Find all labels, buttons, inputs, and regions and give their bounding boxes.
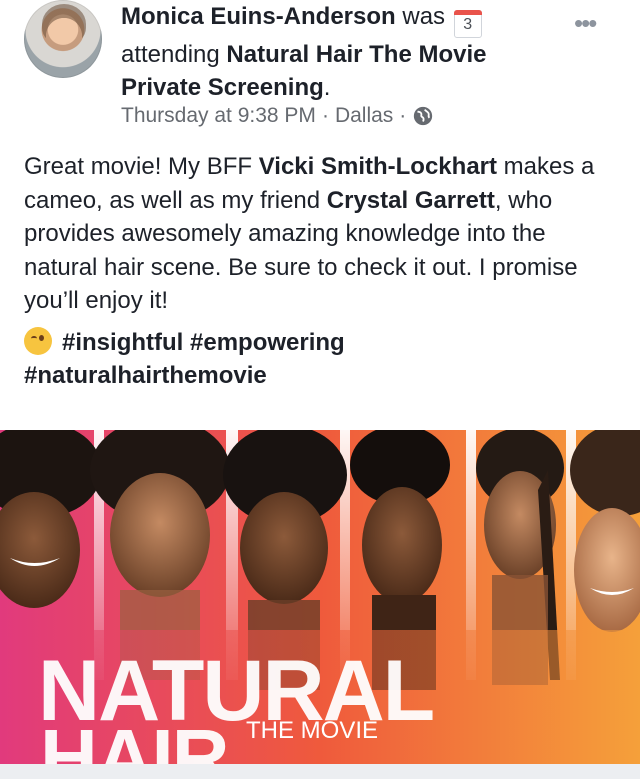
calendar-icon: 3 (453, 10, 482, 38)
location-link[interactable]: Dallas (335, 101, 393, 131)
meta-separator: · (399, 104, 407, 127)
timestamp-link[interactable]: Thursday at 9:38 PM (121, 101, 316, 131)
hashtag-link[interactable]: #naturalhairthemovie (24, 362, 267, 389)
hashtag-link[interactable]: #empowering (190, 329, 345, 356)
action-suffix: attending (121, 41, 227, 68)
post-meta: Thursday at 9:38 PM · Dallas · (121, 101, 434, 131)
mention-link[interactable]: Crystal Garrett (327, 187, 495, 214)
calendar-day: 3 (463, 16, 473, 33)
post-header: Monica Euins-Anderson was 3 attending Na… (121, 0, 561, 104)
movie-poster-image[interactable]: NATURAL HAIR THE MOVIE (0, 430, 640, 764)
author-avatar[interactable] (24, 0, 102, 78)
winking-face-emoji-icon (24, 326, 52, 355)
poster-art: NATURAL HAIR THE MOVIE (0, 430, 640, 764)
meta-separator: · (321, 104, 329, 127)
poster-title-line2: HAIR (40, 713, 229, 764)
event-period: . (323, 74, 331, 101)
feed-divider (0, 764, 640, 779)
post-text: Great movie! My BFF (24, 153, 259, 180)
poster-subtitle: THE MOVIE (246, 717, 378, 744)
hashtag-link[interactable]: #insightful (62, 329, 183, 356)
globe-icon[interactable] (412, 105, 434, 127)
hashtag-line: #insightful #empowering #naturalhairthem… (24, 326, 624, 393)
post-body: Great movie! My BFF Vicki Smith-Lockhart… (24, 150, 624, 393)
action-text: was (395, 3, 452, 30)
author-name-link[interactable]: Monica Euins-Anderson (121, 3, 396, 30)
more-options-icon[interactable]: ••• (574, 8, 597, 39)
mention-link[interactable]: Vicki Smith-Lockhart (259, 153, 497, 180)
